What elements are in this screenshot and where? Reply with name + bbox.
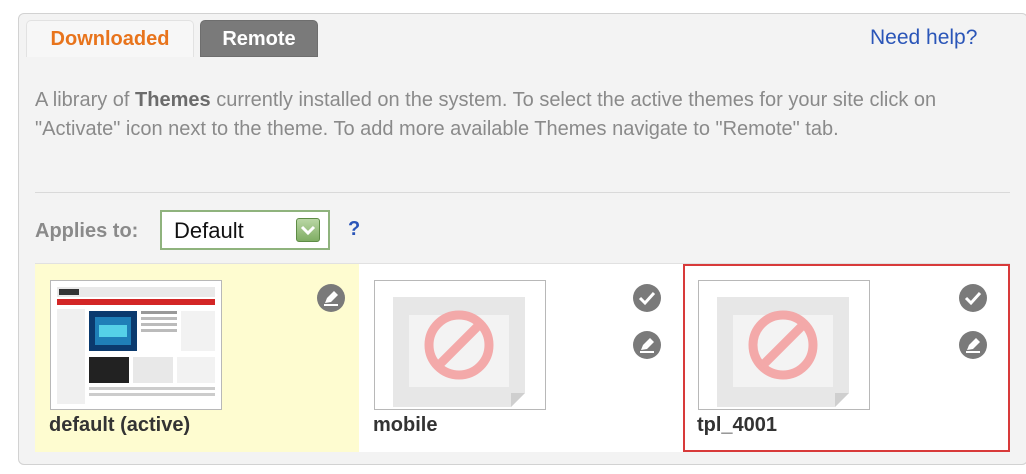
applies-to-value: Default <box>174 218 244 243</box>
tab-remote[interactable]: Remote <box>200 20 318 57</box>
chevron-down-icon[interactable] <box>296 218 320 242</box>
description-before: A library of <box>35 89 136 111</box>
applies-help-icon[interactable]: ? <box>348 218 360 241</box>
edit-icon[interactable] <box>317 284 345 312</box>
theme-name: tpl_4001 <box>697 414 778 436</box>
theme-card-default[interactable]: default (active) <box>35 264 359 452</box>
activate-icon[interactable] <box>959 284 987 312</box>
edit-icon[interactable] <box>959 331 987 359</box>
tab-downloaded[interactable]: Downloaded <box>26 20 194 57</box>
themes-grid: default (active) mobile tpl_4001 <box>35 263 1010 452</box>
no-preview-thumbnail[interactable] <box>698 280 870 410</box>
theme-card-tpl-4001[interactable]: tpl_4001 <box>683 264 1010 452</box>
description-bold: Themes <box>135 89 211 111</box>
description-text: A library of Themes currently installed … <box>35 86 1010 144</box>
divider <box>35 192 1010 193</box>
applies-to-label: Applies to: <box>35 220 139 242</box>
theme-card-mobile[interactable]: mobile <box>359 264 683 452</box>
edit-icon[interactable] <box>633 331 661 359</box>
no-preview-thumbnail[interactable] <box>374 280 546 410</box>
theme-name: default (active) <box>49 414 191 436</box>
activate-icon[interactable] <box>633 284 661 312</box>
site-preview-thumbnail[interactable] <box>50 280 222 410</box>
need-help-link[interactable]: Need help? <box>870 26 977 50</box>
theme-name: mobile <box>373 414 438 436</box>
applies-to-select[interactable]: Default <box>160 210 330 250</box>
